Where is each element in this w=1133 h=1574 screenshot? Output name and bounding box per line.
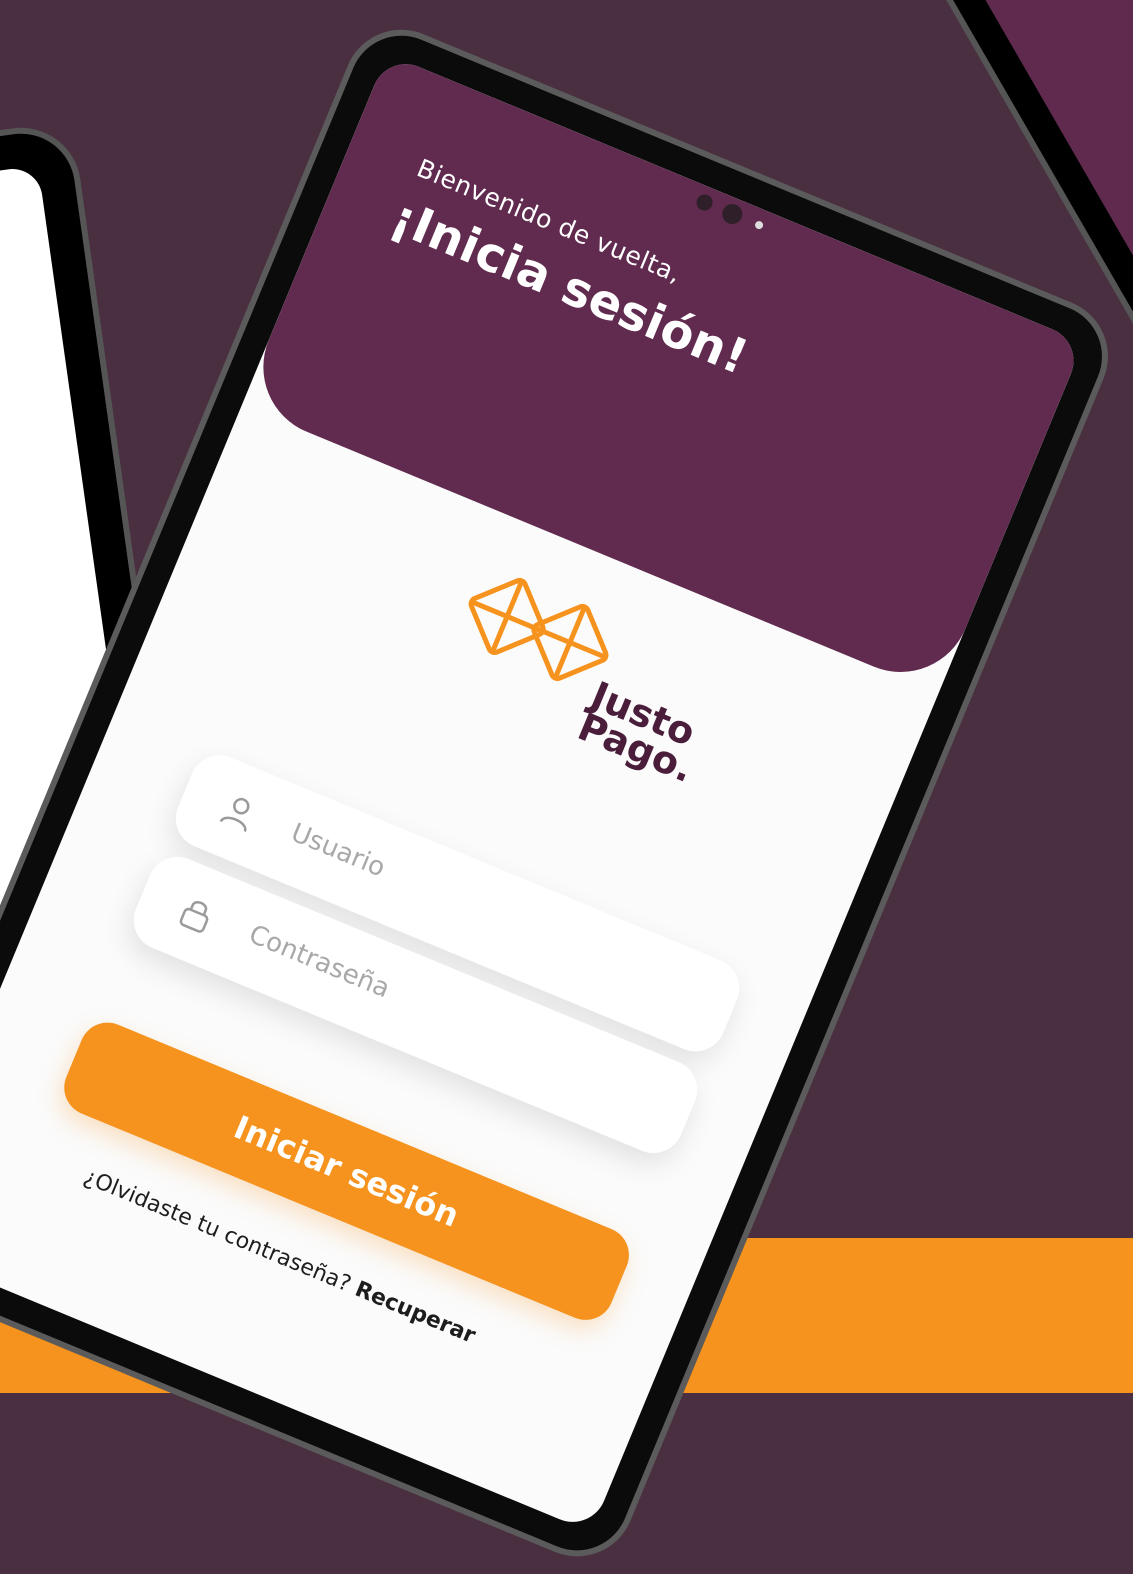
logo-wordmark: Justo Pago. xyxy=(572,673,711,791)
password-placeholder: Contraseña xyxy=(244,919,394,1005)
lock-icon xyxy=(179,901,209,933)
recover-link[interactable]: Recuperar xyxy=(351,1277,479,1349)
camera-indicator xyxy=(753,219,765,231)
camera-lens xyxy=(719,200,746,228)
username-placeholder: Usuario xyxy=(286,817,390,884)
justo-pago-logo: Justo Pago. xyxy=(431,556,702,791)
user-icon xyxy=(219,797,250,832)
sensor-dot xyxy=(694,192,716,213)
login-header: Bienvenido de vuelta, ¡Inicia sesión! xyxy=(241,53,1084,694)
